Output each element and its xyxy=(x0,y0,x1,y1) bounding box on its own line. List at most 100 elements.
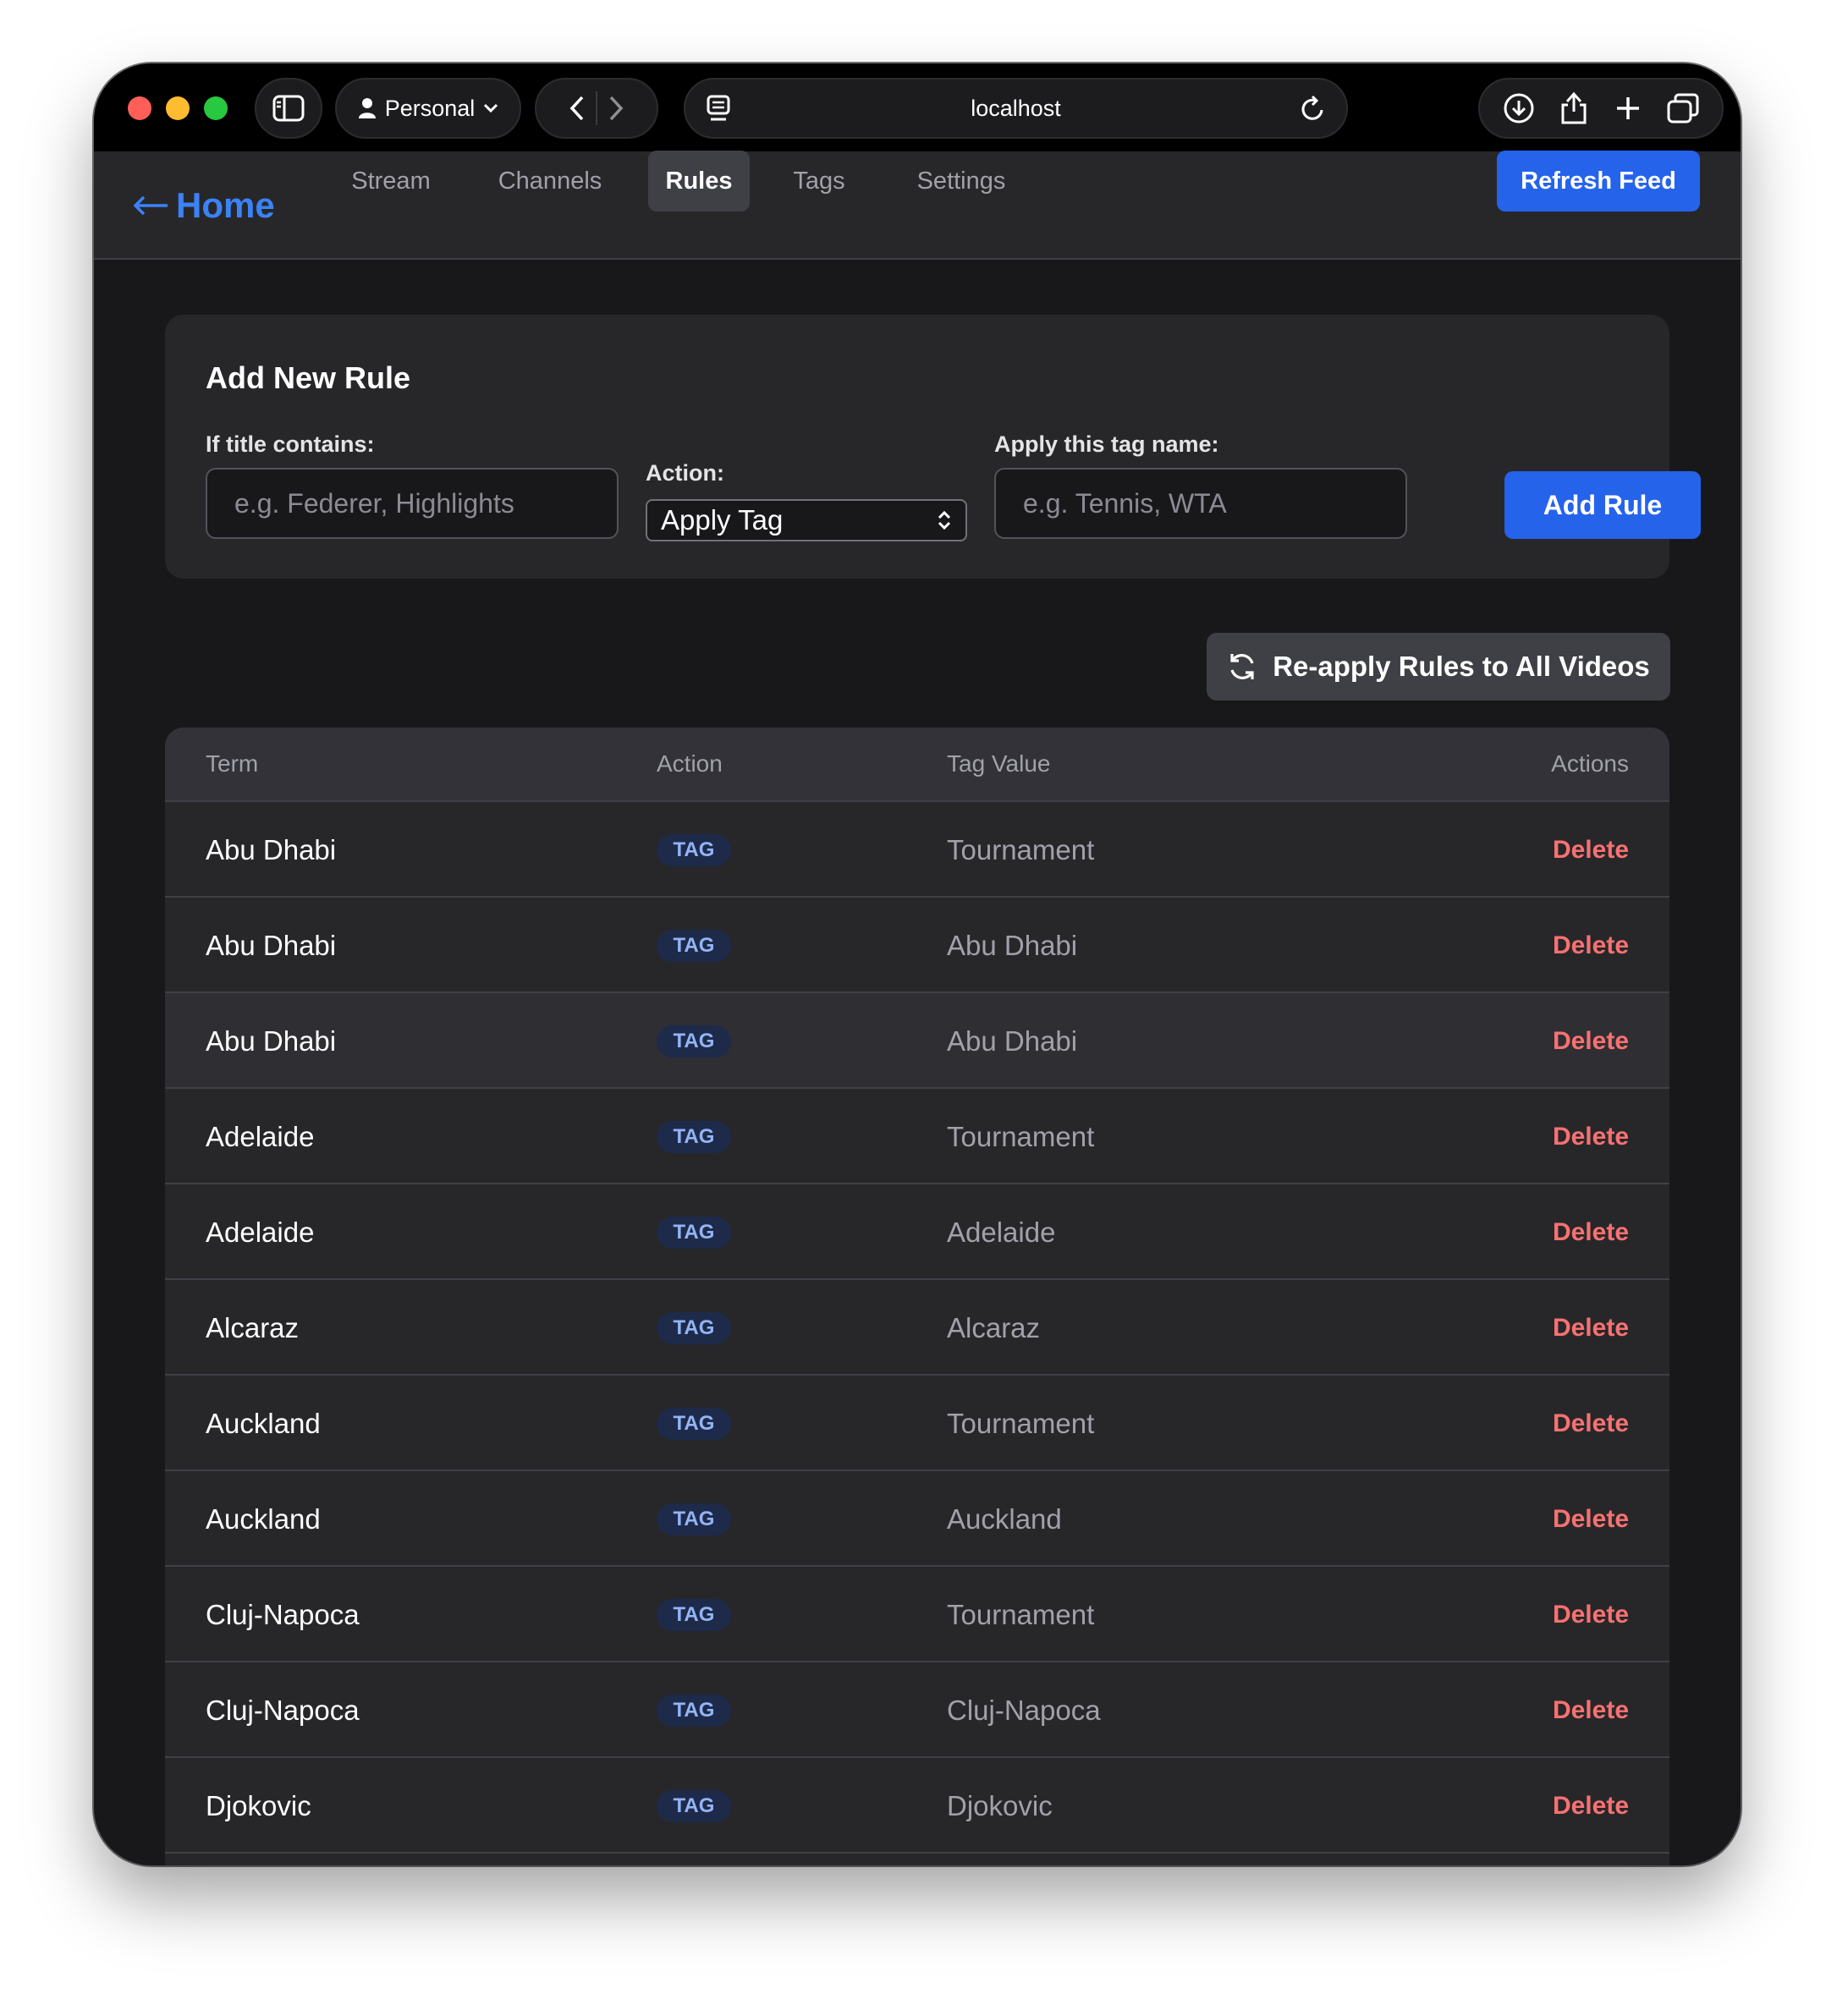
action-select[interactable]: Apply Tag xyxy=(646,499,967,541)
back-arrow-icon[interactable] xyxy=(569,95,586,122)
rule-term: Alcaraz xyxy=(206,1312,300,1343)
rule-tag-value: Cluj-Napoca xyxy=(947,1695,1101,1726)
table-row: Auckland TAG Auckland Delete xyxy=(165,1471,1669,1567)
action-badge: TAG xyxy=(657,1599,731,1631)
delete-rule-button[interactable]: Delete xyxy=(1553,836,1629,865)
term-label: If title contains: xyxy=(206,431,375,457)
download-icon[interactable] xyxy=(1503,92,1535,124)
delete-rule-button[interactable]: Delete xyxy=(1553,1409,1629,1438)
rule-tag-value: Tournament xyxy=(947,1408,1095,1439)
delete-rule-button[interactable]: Delete xyxy=(1553,931,1629,960)
rule-tag-value: Tournament xyxy=(947,1599,1095,1630)
tag-name-label: Apply this tag name: xyxy=(994,431,1219,457)
app-navbar: Home Stream Channels Rules Tags Settings… xyxy=(94,151,1741,260)
action-badge: TAG xyxy=(657,1503,731,1535)
table-row: Auckland TAG Tournament Delete xyxy=(165,1376,1669,1471)
home-label: Home xyxy=(176,185,275,225)
delete-rule-button[interactable]: Delete xyxy=(1553,1792,1629,1821)
header-term: Term xyxy=(206,750,259,777)
delete-rule-button[interactable]: Delete xyxy=(1553,1696,1629,1725)
delete-rule-button[interactable]: Delete xyxy=(1553,1601,1629,1629)
rule-tag-value: Tournament xyxy=(947,834,1095,865)
nav-channels-label: Channels xyxy=(498,167,602,195)
action-badge: TAG xyxy=(657,1217,731,1249)
rule-tag-value: Abu Dhabi xyxy=(947,930,1078,961)
rule-tag-value: Tournament xyxy=(947,1121,1095,1152)
table-row: Abu Dhabi TAG Abu Dhabi Delete xyxy=(165,898,1669,993)
home-link[interactable]: Home xyxy=(132,180,275,231)
close-window-button[interactable] xyxy=(128,96,151,120)
forward-arrow-icon[interactable] xyxy=(608,95,624,122)
rule-tag-value: Djokovic xyxy=(947,1790,1053,1821)
minimize-window-button[interactable] xyxy=(166,96,190,120)
rule-term: Djokovic xyxy=(206,1790,311,1821)
new-tab-icon[interactable] xyxy=(1614,94,1642,123)
nav-tags-label: Tags xyxy=(793,167,845,195)
nav-rules-label: Rules xyxy=(665,167,733,195)
profile-button[interactable]: Personal xyxy=(335,78,521,139)
table-row: Abu Dhabi TAG Tournament Delete xyxy=(165,802,1669,898)
nav-settings[interactable]: Settings xyxy=(889,151,1033,211)
reload-icon[interactable] xyxy=(1299,94,1328,124)
header-actions: Actions xyxy=(1551,750,1629,777)
nav-settings-label: Settings xyxy=(916,167,1006,195)
nav-stream[interactable]: Stream xyxy=(329,151,453,211)
rule-term: Cluj-Napoca xyxy=(206,1599,360,1630)
header-tag-value: Tag Value xyxy=(947,750,1051,777)
tag-name-input[interactable] xyxy=(994,468,1407,539)
refresh-feed-label: Refresh Feed xyxy=(1521,167,1676,195)
term-input[interactable] xyxy=(206,468,619,539)
rule-tag-value: Alcaraz xyxy=(947,1312,1041,1343)
add-rule-card: Add New Rule If title contains: Action: … xyxy=(165,315,1701,579)
rule-tag-value: Abu Dhabi xyxy=(947,1025,1078,1057)
table-row: Adelaide TAG Adelaide Delete xyxy=(165,1184,1669,1280)
reapply-rules-button[interactable]: Re-apply Rules to All Videos xyxy=(1207,633,1670,700)
add-rule-button[interactable]: Add Rule xyxy=(1504,471,1701,539)
sidebar-toggle-button[interactable] xyxy=(255,78,322,139)
browser-toolbar: Personal localhost xyxy=(94,63,1741,151)
delete-rule-button[interactable]: Delete xyxy=(1553,1218,1629,1247)
tab-overview-icon[interactable] xyxy=(1667,93,1699,124)
share-icon[interactable] xyxy=(1559,91,1588,125)
table-header: Term Action Tag Value Actions xyxy=(165,728,1669,802)
delete-rule-button[interactable]: Delete xyxy=(1553,1027,1629,1056)
action-badge: TAG xyxy=(657,1025,731,1057)
table-row: Alcaraz TAG Alcaraz Delete xyxy=(165,1280,1669,1376)
action-label: Action: xyxy=(646,460,724,486)
chevron-down-icon xyxy=(484,103,498,113)
select-updown-icon xyxy=(938,510,951,530)
zoom-window-button[interactable] xyxy=(204,96,228,120)
table-row: Djokovic TAG Djokovic Delete xyxy=(165,1758,1669,1854)
action-badge: TAG xyxy=(657,834,731,866)
history-nav xyxy=(535,78,658,139)
refresh-icon xyxy=(1230,654,1254,679)
action-badge: TAG xyxy=(657,1408,731,1440)
refresh-feed-button[interactable]: Refresh Feed xyxy=(1497,151,1700,211)
nav-channels[interactable]: Channels xyxy=(470,151,630,211)
nav-rules[interactable]: Rules xyxy=(648,151,750,211)
nav-divider xyxy=(596,91,597,125)
delete-rule-button[interactable]: Delete xyxy=(1553,1505,1629,1534)
add-rule-title: Add New Rule xyxy=(206,360,411,395)
action-badge: TAG xyxy=(657,1121,731,1153)
table-row: Cluj-Napoca TAG Cluj-Napoca Delete xyxy=(165,1662,1669,1758)
action-selected-value: Apply Tag xyxy=(661,504,784,536)
reader-icon[interactable] xyxy=(706,94,731,124)
person-icon xyxy=(358,98,376,118)
rule-term: Abu Dhabi xyxy=(206,930,337,961)
toolbar-actions xyxy=(1478,78,1724,139)
header-action: Action xyxy=(657,750,723,777)
url-text: localhost xyxy=(971,95,1061,121)
rule-term: Adelaide xyxy=(206,1217,315,1248)
rule-term: Auckland xyxy=(206,1503,321,1535)
delete-rule-button[interactable]: Delete xyxy=(1553,1123,1629,1151)
profile-label: Personal xyxy=(384,95,476,121)
address-bar[interactable]: localhost xyxy=(684,78,1348,139)
rule-tag-value: Auckland xyxy=(947,1503,1062,1535)
delete-rule-button[interactable]: Delete xyxy=(1553,1314,1629,1343)
rules-table: Term Action Tag Value Actions Abu Dhabi … xyxy=(165,728,1669,1865)
rule-term: Abu Dhabi xyxy=(206,1025,337,1057)
nav-tags[interactable]: Tags xyxy=(768,151,870,211)
rule-term: Auckland xyxy=(206,1408,321,1439)
action-badge: TAG xyxy=(657,930,731,962)
